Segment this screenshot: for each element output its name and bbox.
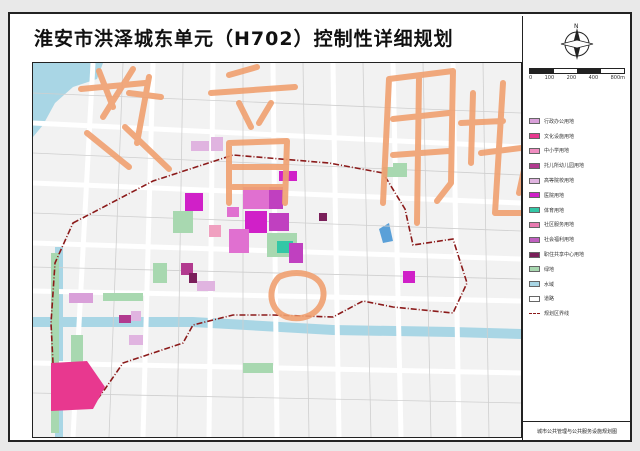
scale-tick: 400 xyxy=(588,75,599,81)
legend-item: 高等院校用地 xyxy=(529,173,629,188)
compass-icon: N xyxy=(560,23,594,60)
legend-label: 社会福利用地 xyxy=(544,237,575,244)
parcel-hospital xyxy=(403,271,415,283)
parcel-admin xyxy=(191,141,209,151)
parcel-school xyxy=(227,207,239,217)
land-use-map xyxy=(33,63,521,437)
legend-label: 体育用地 xyxy=(544,207,565,214)
footer-label: 城市公共管理与公共服务设施规划图 xyxy=(523,421,631,440)
legend-item: 行政办公用地 xyxy=(529,114,629,129)
legend-swatch xyxy=(529,147,540,154)
legend-item: 体育用地 xyxy=(529,203,629,218)
legend-label: 道路 xyxy=(544,296,555,303)
parcel-admin xyxy=(211,137,223,151)
legend-label: 医院用地 xyxy=(544,192,565,199)
parcel-school xyxy=(269,187,283,209)
scale-tick: 200 xyxy=(566,75,577,81)
legend-label: 绿地 xyxy=(544,266,555,273)
legend-swatch xyxy=(529,251,540,258)
scale-bar: 0 100 200 400 800m xyxy=(529,68,625,81)
legend-item: 文化设施用地 xyxy=(529,129,629,144)
legend-item: 规划区界线 xyxy=(529,306,629,321)
legend-swatch xyxy=(529,312,540,315)
legend-item: 中小学用地 xyxy=(529,144,629,159)
legend-swatch xyxy=(529,162,540,169)
parcel-admin xyxy=(243,187,269,209)
parcel-kindergarten xyxy=(119,315,131,323)
parcel-culture xyxy=(289,243,303,263)
legend-label: 中小学用地 xyxy=(544,148,570,155)
north-label: N xyxy=(574,23,579,30)
parcel-admin xyxy=(69,293,93,303)
legend-item: 道路 xyxy=(529,292,629,307)
legend-item: 绿地 xyxy=(529,262,629,277)
legend-item: 托儿所幼儿园用地 xyxy=(529,158,629,173)
parcel-community xyxy=(209,225,221,237)
legend-swatch xyxy=(529,281,540,288)
parcel-culture xyxy=(269,213,289,231)
legend-list: 行政办公用地 文化设施用地 中小学用地托儿所幼儿园用地 高等院校用地 医院用地体育用地社… xyxy=(529,114,629,321)
legend-item: 水域 xyxy=(529,277,629,292)
scale-tick: 800m xyxy=(610,75,625,81)
parcel-service-center xyxy=(189,273,197,283)
legend-label: 高等院校用地 xyxy=(544,178,575,185)
parcel-school xyxy=(229,229,249,253)
legend-swatch xyxy=(529,133,540,140)
legend-label: 规划区界线 xyxy=(544,311,570,318)
legend-label: 水域 xyxy=(544,281,555,288)
legend-swatch xyxy=(529,192,540,199)
legend-swatch xyxy=(529,295,540,302)
legend-item: 医院用地 xyxy=(529,188,629,203)
map-sheet: 淮安市洪泽城东单元（H702）控制性详细规划 N 0 100 200 400 8… xyxy=(8,12,632,442)
legend-panel: N 0 100 200 400 800m 行政办公用地 文化设施用地 中小学用地托儿… xyxy=(522,16,631,440)
legend-label: 社区服务用地 xyxy=(544,222,575,229)
legend-item: 社会福利用地 xyxy=(529,232,629,247)
parcel-service-center xyxy=(319,213,327,221)
parcel-hospital xyxy=(185,193,203,211)
legend-swatch xyxy=(529,177,540,184)
legend-label: 职住共享中心用地 xyxy=(544,252,585,259)
parcel-admin xyxy=(131,311,141,321)
parcel-admin xyxy=(197,281,215,291)
parcel-admin xyxy=(129,335,143,345)
north-arrow: N xyxy=(557,22,597,66)
legend-swatch xyxy=(529,236,540,243)
legend-item: 社区服务用地 xyxy=(529,218,629,233)
map-frame[interactable] xyxy=(32,62,522,438)
legend-label: 行政办公用地 xyxy=(544,118,575,125)
map-title: 淮安市洪泽城东单元（H702）控制性详细规划 xyxy=(34,28,454,50)
legend-swatch xyxy=(529,221,540,228)
scale-tick: 0 xyxy=(529,75,533,81)
legend-swatch xyxy=(529,266,540,273)
legend-item: 职住共享中心用地 xyxy=(529,247,629,262)
scale-tick: 100 xyxy=(544,75,555,81)
legend-label: 文化设施用地 xyxy=(544,133,575,140)
legend-swatch xyxy=(529,118,540,125)
legend-label: 托儿所幼儿园用地 xyxy=(544,163,585,170)
legend-swatch xyxy=(529,207,540,214)
